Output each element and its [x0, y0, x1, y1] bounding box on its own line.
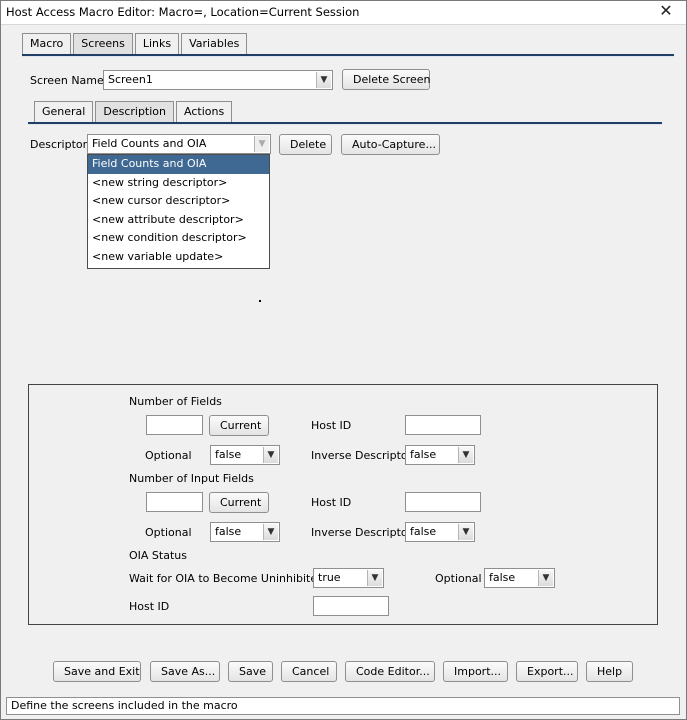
close-icon[interactable]: ✕: [655, 1, 677, 21]
code-editor-button[interactable]: Code Editor...: [345, 661, 435, 682]
num-fields-heading: Number of Fields: [129, 395, 222, 408]
dropdown-option-condition[interactable]: <new condition descriptor>: [88, 229, 269, 248]
num-fields-optional-combo[interactable]: false ▼: [210, 445, 280, 465]
import-button[interactable]: Import...: [443, 661, 508, 682]
num-input-fields-optional-combo[interactable]: false ▼: [210, 522, 280, 542]
auto-capture-button[interactable]: Auto-Capture...: [341, 134, 440, 155]
screen-name-label: Screen Name: [30, 74, 104, 87]
help-button[interactable]: Help: [586, 661, 633, 682]
oia-status-heading: OIA Status: [129, 549, 187, 562]
tab-description[interactable]: Description: [95, 101, 175, 122]
dropdown-option-variable-update[interactable]: <new variable update>: [88, 248, 269, 267]
num-fields-host-id-input[interactable]: [405, 415, 481, 435]
dropdown-option-string[interactable]: <new string descriptor>: [88, 174, 269, 193]
dropdown-option-cursor[interactable]: <new cursor descriptor>: [88, 192, 269, 211]
tab-screens[interactable]: Screens: [73, 33, 133, 54]
num-input-fields-current-button[interactable]: Current: [209, 492, 269, 513]
chevron-down-icon[interactable]: ▼: [316, 72, 331, 88]
num-input-fields-host-id-label: Host ID: [311, 496, 352, 509]
oia-wait-label: Wait for OIA to Become Uninhibited: [129, 572, 325, 585]
cancel-button[interactable]: Cancel: [281, 661, 337, 682]
descriptor-dropdown-list: Field Counts and OIA <new string descrip…: [87, 154, 270, 269]
num-input-fields-inverse-label: Inverse Descriptor: [311, 526, 413, 539]
oia-optional-label: Optional: [435, 572, 482, 585]
num-fields-inverse-value: false: [410, 448, 437, 461]
num-input-fields-heading: Number of Input Fields: [129, 472, 254, 485]
chevron-down-icon[interactable]: ▼: [254, 136, 269, 152]
num-input-fields-optional-label: Optional: [145, 526, 192, 539]
chevron-down-icon[interactable]: ▼: [263, 524, 278, 540]
oia-host-id-input[interactable]: [313, 596, 389, 616]
num-fields-inverse-combo[interactable]: false ▼: [405, 445, 475, 465]
export-button[interactable]: Export...: [516, 661, 578, 682]
oia-optional-value: false: [489, 571, 516, 584]
num-input-fields-input[interactable]: [146, 492, 203, 512]
tab-macro[interactable]: Macro: [22, 33, 72, 54]
num-input-fields-inverse-combo[interactable]: false ▼: [405, 522, 475, 542]
sub-tab-divider: [28, 122, 662, 125]
stray-dot: [259, 300, 261, 302]
descriptor-combo[interactable]: Field Counts and OIA ▼: [87, 134, 271, 154]
tab-general[interactable]: General: [34, 101, 94, 122]
main-tab-bar: Macro Screens Links Variables: [22, 33, 248, 54]
dropdown-option-attribute[interactable]: <new attribute descriptor>: [88, 211, 269, 230]
title-bar: Host Access Macro Editor: Macro=, Locati…: [0, 0, 687, 25]
status-bar: Define the screens included in the macro: [6, 697, 680, 715]
oia-host-id-label: Host ID: [129, 600, 170, 613]
delete-descriptor-button[interactable]: Delete: [279, 134, 332, 155]
chevron-down-icon[interactable]: ▼: [458, 524, 473, 540]
screen-name-combo[interactable]: Screen1 ▼: [103, 70, 333, 90]
oia-wait-combo[interactable]: true ▼: [313, 568, 384, 588]
num-fields-current-button[interactable]: Current: [209, 415, 269, 436]
chevron-down-icon[interactable]: ▼: [263, 447, 278, 463]
num-fields-optional-value: false: [215, 448, 242, 461]
save-button[interactable]: Save: [228, 661, 273, 682]
tab-actions[interactable]: Actions: [176, 101, 233, 122]
main-tab-divider: [22, 54, 674, 57]
num-fields-host-id-label: Host ID: [311, 419, 352, 432]
tab-variables[interactable]: Variables: [181, 33, 248, 54]
num-input-fields-host-id-input[interactable]: [405, 492, 481, 512]
window-title: Host Access Macro Editor: Macro=, Locati…: [6, 5, 360, 19]
num-fields-optional-label: Optional: [145, 449, 192, 462]
save-as-button[interactable]: Save As...: [150, 661, 220, 682]
screen-name-value: Screen1: [108, 73, 153, 86]
oia-wait-value: true: [318, 571, 341, 584]
chevron-down-icon[interactable]: ▼: [367, 570, 382, 586]
tab-links[interactable]: Links: [134, 33, 180, 54]
num-input-fields-optional-value: false: [215, 525, 242, 538]
chevron-down-icon[interactable]: ▼: [538, 570, 553, 586]
num-fields-inverse-label: Inverse Descriptor: [311, 449, 413, 462]
oia-optional-combo[interactable]: false ▼: [484, 568, 555, 588]
sub-tab-bar: General Description Actions: [34, 101, 233, 122]
delete-screen-button[interactable]: Delete Screen: [342, 69, 430, 90]
num-input-fields-inverse-value: false: [410, 525, 437, 538]
chevron-down-icon[interactable]: ▼: [458, 447, 473, 463]
descriptor-label: Descriptor: [30, 138, 88, 151]
save-and-exit-button[interactable]: Save and Exit: [53, 661, 141, 682]
dropdown-option-field-counts[interactable]: Field Counts and OIA: [88, 155, 269, 174]
descriptor-value: Field Counts and OIA: [92, 137, 207, 150]
num-fields-input[interactable]: [146, 415, 203, 435]
